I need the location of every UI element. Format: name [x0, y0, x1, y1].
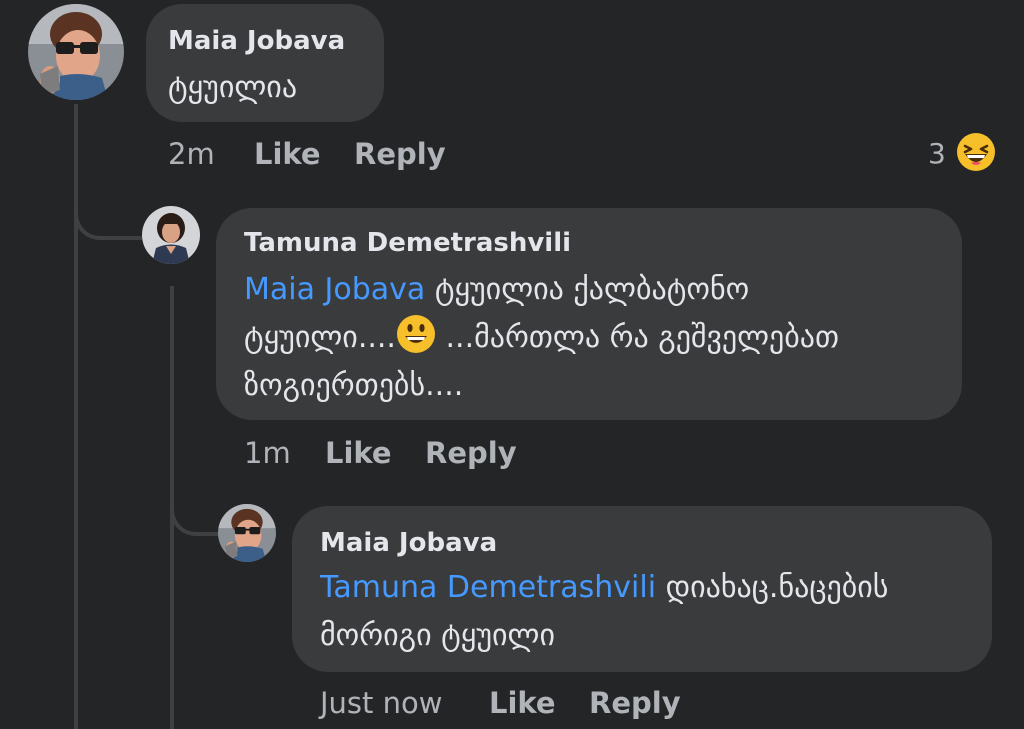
avatar-photo-maia: [28, 4, 124, 100]
like-button[interactable]: Like: [254, 137, 321, 171]
grinning-face-icon: [396, 315, 435, 353]
mention-link[interactable]: Maia Jobava: [244, 272, 425, 307]
comment-text-line-1: Maia Jobava ტყუილია ქალბატონო: [244, 266, 749, 314]
avatar[interactable]: [142, 206, 200, 264]
comment-text-line-3: ზოგიერთებს....: [244, 368, 464, 403]
comment-text-line-1: Tamuna Demetrashvili დიახაც.ნაცების: [320, 564, 888, 612]
reply-button[interactable]: Reply: [589, 686, 681, 720]
comment-text-line-2: ტყუილი.... ...მართლა რა გეშველებათ: [244, 314, 839, 362]
reply-button[interactable]: Reply: [354, 137, 446, 171]
comment-author[interactable]: Tamuna Demetrashvili: [244, 228, 571, 258]
comment-text: დიახაც.ნაცების: [656, 570, 889, 605]
comment-thread: Maia Jobava ტყუილია 2m Like Reply 3 Tamu…: [0, 0, 1024, 729]
like-button[interactable]: Like: [489, 686, 556, 720]
comment-timestamp[interactable]: Just now: [320, 686, 442, 720]
avatar-photo-maia: [218, 504, 276, 562]
mention-link[interactable]: Tamuna Demetrashvili: [320, 570, 656, 605]
comment-text: ...მართლა რა გეშველებათ: [435, 320, 840, 355]
comment-text: ტყუილია: [168, 70, 298, 105]
avatar-photo-tamuna: [142, 206, 200, 264]
comment-text: ტყუილი....: [244, 320, 396, 355]
comment-timestamp[interactable]: 2m: [168, 137, 215, 171]
thread-connector-reply-2: [170, 480, 220, 536]
like-button[interactable]: Like: [325, 436, 392, 470]
avatar[interactable]: [28, 4, 124, 100]
avatar[interactable]: [218, 504, 276, 562]
comment-author[interactable]: Maia Jobava: [320, 528, 497, 558]
reaction-count[interactable]: 3: [928, 137, 946, 170]
comment-author[interactable]: Maia Jobava: [168, 26, 345, 56]
reply-button[interactable]: Reply: [425, 436, 517, 470]
grinning-squinting-face-icon[interactable]: [956, 132, 996, 172]
thread-connector-reply-1: [74, 180, 142, 240]
comment-text: ტყუილია ქალბატონო: [425, 272, 750, 307]
comment-timestamp[interactable]: 1m: [244, 436, 291, 470]
comment-text-line-2: მორიგი ტყუილი: [320, 618, 555, 653]
